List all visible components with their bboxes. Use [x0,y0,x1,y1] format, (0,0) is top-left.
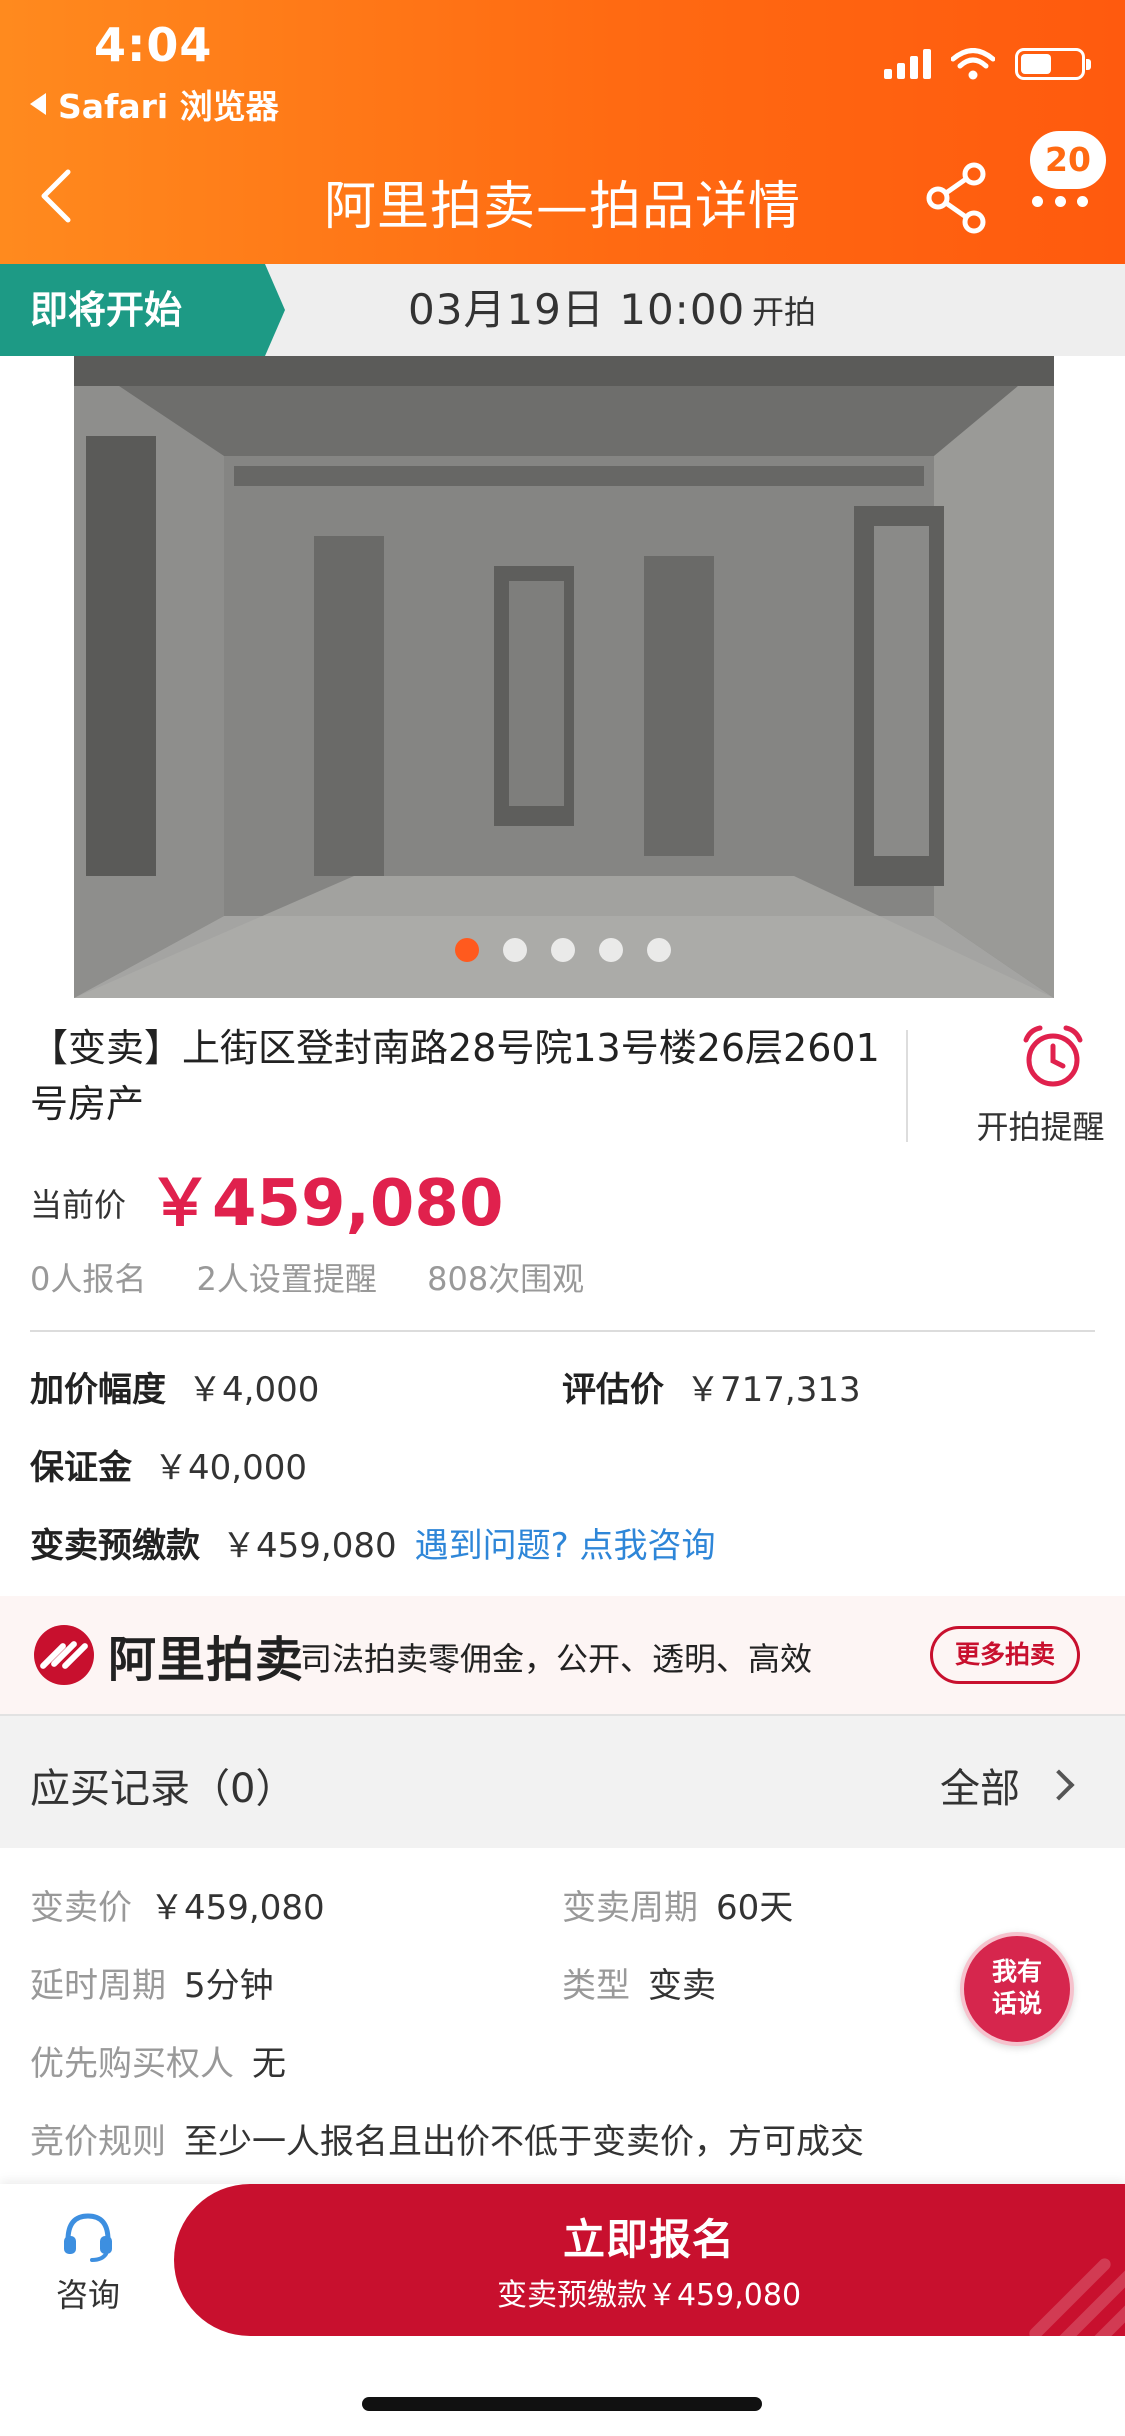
property-photo-image [74,356,1054,998]
deposit-value: ￥40,000 [154,1448,307,1488]
priority-label: 优先购买权人 [30,2044,234,2084]
type-value: 变卖 [648,1966,716,2006]
start-reminder-label: 开拍提醒 [976,1108,1105,1146]
property-photo[interactable] [74,356,1054,998]
view-all-label: 全部 [940,1766,1020,1812]
gallery-dot[interactable] [550,938,575,962]
reminder-count: 2人设置提醒 [196,1260,377,1298]
signup-count: 0人报名 [30,1260,147,1298]
gallery-dot-active[interactable] [454,938,479,962]
brand-slogan: 司法拍卖零佣金，公开、透明、高效 [300,1640,813,1678]
sale-period-value: 60天 [716,1888,794,1928]
share-icon[interactable] [924,162,990,234]
back-app-label: Safari 浏览器 [58,87,279,126]
view-count: 808次围观 [427,1260,585,1298]
type-row: 类型 变卖 [562,1958,716,2007]
appraisal-value: ￥717,313 [686,1370,861,1410]
rule-value: 至少一人报名且出价不低于变卖价，方可成交 [184,2122,864,2162]
ali-auction-banner: 阿里拍卖 司法拍卖零佣金，公开、透明、高效 更多拍卖 [0,1596,1125,1714]
signup-title: 立即报名 [562,2215,735,2264]
view-all-records-button[interactable]: 全部 [940,1756,1075,1814]
status-tag: 即将开始 [0,264,285,356]
gallery-indicator[interactable] [0,938,1125,962]
prepay-row: 变卖预缴款 ￥459,080 遇到问题? 点我咨询 [30,1518,715,1567]
signal-icon [884,49,931,79]
back-triangle-icon [30,93,46,115]
lot-stats: 0人报名 2人设置提醒 808次围观 [30,1254,612,1300]
lot-title: 【变卖】上街区登封南路28号院13号楼26层2601号房产 [30,1026,880,1126]
sale-price-row: 变卖价 ￥459,080 [30,1880,325,1929]
consult-label: 咨询 [55,2276,120,2314]
deposit-label: 保证金 [30,1448,132,1488]
delay-value: 5分钟 [184,1966,274,2006]
rule-row: 竞价规则 至少一人报名且出价不低于变卖价，方可成交 [30,2114,864,2163]
title-divider [906,1030,908,1142]
divider [30,1330,1095,1332]
type-label: 类型 [562,1966,630,2006]
battery-icon [1015,48,1091,80]
signup-now-button[interactable]: 立即报名 变卖预缴款￥459,080 [174,2184,1125,2336]
chat-fab-line2: 话说 [991,1989,1042,2018]
sale-price-label: 变卖价 [30,1888,132,1928]
increment-value: ￥4,000 [188,1370,320,1410]
delay-label: 延时周期 [30,1966,166,2006]
alarm-clock-icon [1023,1025,1082,1087]
increment-label: 加价幅度 [30,1370,166,1410]
increment-row: 加价幅度 ￥4,000 [30,1362,319,1411]
sale-price-value: ￥459,080 [150,1888,325,1928]
priority-value: 无 [252,2044,286,2084]
gallery-dot[interactable] [502,938,527,962]
ali-auction-mark-icon [34,1625,94,1685]
sale-period-row: 变卖周期 60天 [562,1880,793,1929]
signup-subtitle: 变卖预缴款￥459,080 [496,2278,802,2313]
sale-period-label: 变卖周期 [562,1888,698,1928]
ali-auction-logo: 阿里拍卖 [34,1620,304,1690]
more-menu-button[interactable] [1032,186,1088,216]
start-reminder-button[interactable]: 开拍提醒 [976,1024,1125,1148]
gallery-dot[interactable] [598,938,623,962]
auction-status-strip: 即将开始 03月19日 10:00 开拍 [0,264,1125,356]
appraisal-row: 评估价 ￥717,313 [562,1362,861,1411]
rule-label: 竞价规则 [30,2122,166,2162]
deposit-row: 保证金 ￥40,000 [30,1440,307,1489]
prepay-value: ￥459,080 [222,1526,397,1566]
current-price-label: 当前价 [30,1186,127,1224]
delay-row: 延时周期 5分钟 [30,1958,274,2007]
start-time: 03月19日 10:00 [408,285,746,334]
priority-row: 优先购买权人无 [30,2036,286,2085]
appraisal-label: 评估价 [562,1370,664,1410]
chat-fab-line1: 我有 [991,1957,1042,1986]
brand-name: 阿里拍卖 [108,1632,305,1688]
more-auctions-button[interactable]: 更多拍卖 [930,1626,1080,1684]
bid-records-title: 应买记录（0） [30,1766,296,1812]
chevron-right-icon [1043,1769,1075,1801]
chat-fab-button[interactable]: 我有 话说 [960,1932,1074,2046]
consult-button[interactable]: 咨询 [46,2210,130,2316]
status-time: 4:04 [94,18,213,72]
help-consult-link[interactable]: 遇到问题? 点我咨询 [415,1526,716,1566]
top-bar: 4:04 Safari 浏览器 阿里拍卖—拍品详情 20 [0,0,1125,264]
notification-badge: 20 [1030,131,1106,189]
bid-records-bar[interactable]: 应买记录（0） 全部 [0,1714,1125,1848]
wifi-icon [951,48,995,80]
prepay-label: 变卖预缴款 [30,1526,200,1566]
home-indicator [362,2397,762,2411]
start-suffix: 开拍 [752,293,817,331]
current-price-value: ￥459,080 [148,1167,504,1241]
gallery-dot[interactable] [646,938,671,962]
headset-icon [64,2213,112,2262]
status-indicators [884,48,1091,80]
back-to-safari-link[interactable]: Safari 浏览器 [30,80,279,128]
